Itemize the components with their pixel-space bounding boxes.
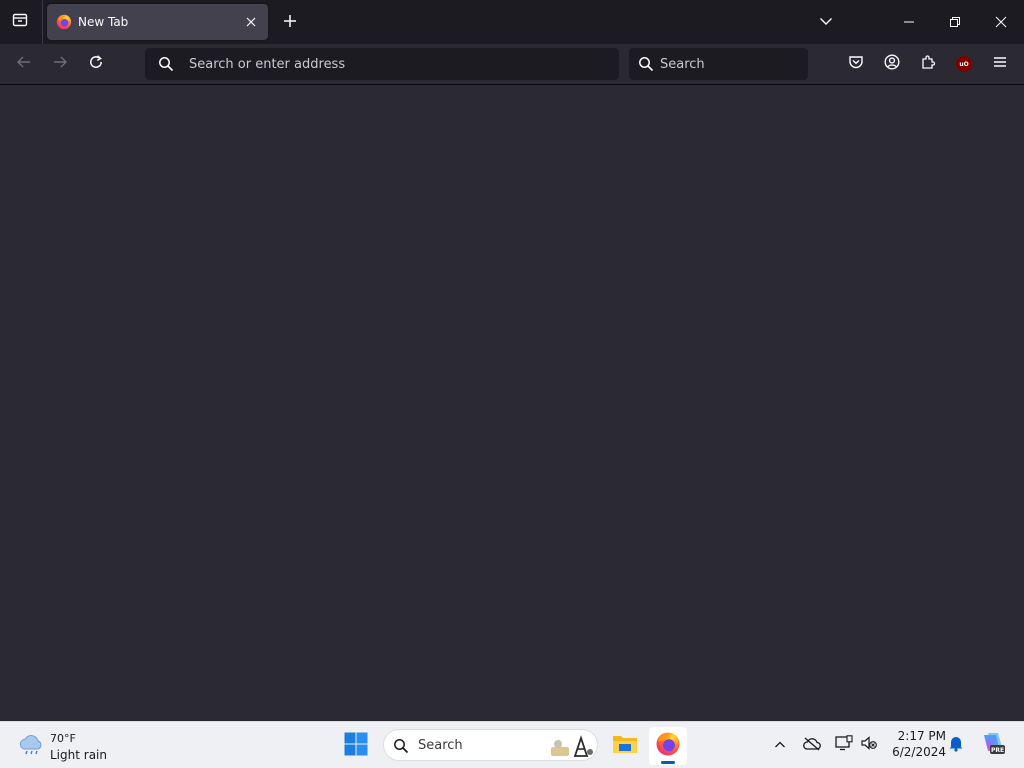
tab-separator	[42, 0, 43, 44]
reload-icon	[88, 54, 104, 74]
tab-close-button[interactable]	[241, 12, 261, 32]
account-button[interactable]	[877, 49, 907, 79]
firefox-view-icon	[12, 12, 28, 32]
list-all-tabs-button[interactable]	[812, 8, 840, 36]
copilot-icon: PRE	[980, 731, 1006, 759]
back-button[interactable]	[9, 49, 39, 79]
minimize-button[interactable]	[886, 0, 932, 44]
onedrive-button[interactable]	[800, 733, 824, 757]
clock-time: 2:17 PM	[897, 729, 946, 743]
search-icon	[638, 56, 654, 76]
cloud-rain-icon	[18, 734, 44, 760]
chevron-up-icon	[774, 736, 786, 755]
display-network-button[interactable]	[832, 733, 856, 757]
weather-temperature: 70°F	[50, 732, 76, 745]
page-content[interactable]	[0, 85, 1024, 721]
file-explorer-button[interactable]	[606, 727, 644, 765]
search-highlight-icon	[549, 733, 595, 759]
firefox-logo-icon	[56, 14, 72, 30]
monitor-icon	[835, 735, 853, 755]
forward-icon	[52, 54, 68, 74]
firefox-taskbar-button[interactable]	[649, 727, 687, 765]
chevron-down-icon	[819, 13, 833, 32]
start-button[interactable]	[338, 728, 374, 764]
back-icon	[16, 54, 32, 74]
pocket-icon	[848, 54, 864, 74]
copilot-badge: PRE	[991, 747, 1004, 754]
pocket-button[interactable]	[841, 49, 871, 79]
search-icon	[158, 56, 174, 76]
plus-icon	[283, 13, 297, 32]
tab-title: New Tab	[78, 15, 129, 29]
extensions-icon	[920, 54, 936, 74]
app-menu-button[interactable]	[985, 49, 1015, 79]
active-app-indicator	[661, 761, 675, 764]
search-bar[interactable]	[629, 48, 808, 80]
ublock-origin-button[interactable]: uO	[949, 49, 979, 79]
file-explorer-icon	[612, 733, 638, 759]
copilot-button[interactable]: PRE	[979, 731, 1007, 759]
search-input[interactable]	[660, 48, 800, 80]
restore-button[interactable]	[932, 0, 978, 44]
firefox-view-button[interactable]	[4, 6, 36, 38]
notifications-button[interactable]	[944, 733, 968, 757]
weather-widget[interactable]: 70°F Light rain	[12, 726, 132, 766]
firefox-icon	[655, 731, 681, 761]
taskbar: 70°F Light rain Search 2:17 PM 6/2/2024 …	[0, 721, 1024, 768]
clock[interactable]: 2:17 PM 6/2/2024	[886, 728, 946, 760]
tab-new-tab[interactable]: New Tab	[47, 4, 268, 40]
reload-button[interactable]	[81, 49, 111, 79]
account-icon	[884, 54, 900, 74]
cloud-offline-icon	[803, 736, 821, 755]
restore-icon	[949, 13, 961, 32]
volume-button[interactable]	[857, 733, 881, 757]
bell-icon	[948, 734, 964, 756]
address-bar[interactable]	[145, 48, 619, 80]
search-icon	[393, 738, 409, 758]
extensions-button[interactable]	[913, 49, 943, 79]
navigation-toolbar: uO	[0, 44, 1024, 85]
close-icon	[995, 13, 1007, 32]
weather-description: Light rain	[50, 748, 107, 762]
forward-button[interactable]	[45, 49, 75, 79]
ublock-origin-icon: uO	[956, 56, 972, 72]
taskbar-search[interactable]: Search	[383, 729, 598, 761]
menu-icon	[992, 54, 1008, 74]
minimize-icon	[903, 13, 915, 32]
close-window-button[interactable]	[978, 0, 1024, 44]
clock-date: 6/2/2024	[892, 745, 946, 759]
show-hidden-icons-button[interactable]	[768, 733, 792, 757]
windows-start-icon	[344, 732, 368, 760]
taskbar-search-label: Search	[418, 738, 463, 753]
new-tab-button[interactable]	[276, 8, 304, 36]
tab-strip: New Tab	[0, 0, 1024, 44]
address-input[interactable]	[189, 48, 609, 80]
speaker-muted-icon	[860, 735, 878, 755]
